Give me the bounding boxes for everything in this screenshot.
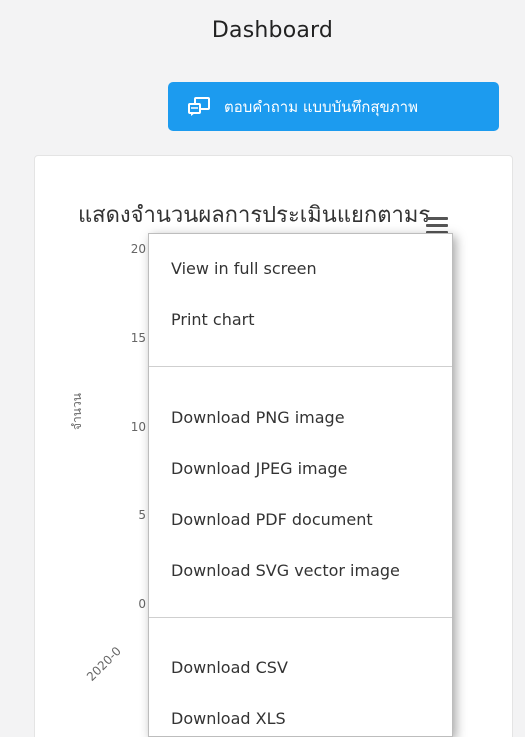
menu-item-download-png[interactable]: Download PNG image	[171, 408, 345, 427]
chart-export-menu: View in full screen Print chart Download…	[148, 233, 453, 737]
y-tick-label: 15	[130, 330, 146, 345]
menu-item-download-pdf[interactable]: Download PDF document	[171, 510, 373, 529]
menu-separator	[149, 366, 452, 367]
menu-item-print[interactable]: Print chart	[171, 310, 254, 329]
y-tick-label: 10	[130, 419, 146, 434]
chat-icon	[188, 96, 210, 117]
y-tick-label: 0	[138, 597, 146, 611]
survey-button-label: ตอบคำถาม แบบบันทึกสุขภาพ	[224, 97, 418, 116]
menu-item-download-svg[interactable]: Download SVG vector image	[171, 561, 400, 580]
y-axis-label: จำนวน	[70, 393, 84, 430]
menu-item-full-screen[interactable]: View in full screen	[171, 259, 317, 278]
menu-separator	[149, 617, 452, 618]
page-title: Dashboard	[211, 18, 334, 43]
y-tick-label: 5	[138, 508, 146, 523]
page: Dashboard ตอบคำถาม แบบบันทึกสุขภาพ แสดงจ…	[0, 0, 525, 737]
menu-item-download-xls[interactable]: Download XLS	[171, 709, 286, 728]
y-tick-label: 20	[130, 242, 146, 256]
menu-item-download-jpeg[interactable]: Download JPEG image	[171, 459, 347, 478]
menu-item-download-csv[interactable]: Download CSV	[171, 658, 288, 677]
health-survey-button[interactable]: ตอบคำถาม แบบบันทึกสุขภาพ	[168, 82, 499, 131]
chart-title: แสดงจำนวนผลการประเมินแยกตามร	[78, 203, 431, 228]
